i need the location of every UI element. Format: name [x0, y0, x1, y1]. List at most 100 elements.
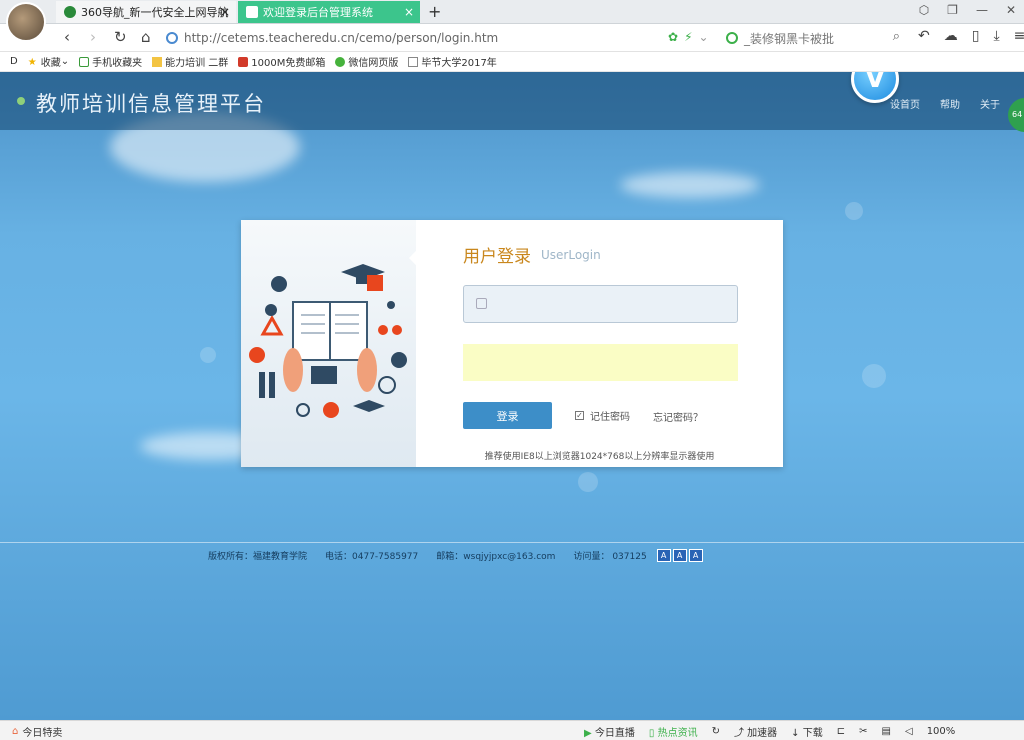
wechat-icon: [335, 56, 346, 67]
font-small-button[interactable]: A: [656, 549, 671, 562]
site-footer: 版权所有：福建教育学院 电话：0477-7585977 邮箱：wsqjyjpxc…: [208, 549, 703, 562]
new-tab-button[interactable]: +: [428, 2, 441, 21]
bookmark-training-group[interactable]: 能力培训 二群: [152, 54, 228, 69]
search-box[interactable]: _装修钢黑卡被批 ⌕: [726, 28, 904, 48]
browser-tab-bar: 360导航_新一代安全上网导航 × 欢迎登录后台管理系统 × + ⬡ ❐ — ✕: [0, 0, 1024, 42]
bubble-decoration: [862, 364, 886, 388]
zoom-level[interactable]: 100%: [927, 726, 956, 737]
home-icon[interactable]: ⌂: [141, 28, 151, 46]
footer-phone: 电话：0477-7585977: [325, 552, 419, 562]
menu-icon[interactable]: ≡: [1014, 28, 1024, 44]
close-tab-icon[interactable]: ×: [404, 5, 414, 19]
about-link[interactable]: 关于: [980, 96, 1000, 111]
gift-icon: ⌂: [12, 726, 19, 737]
bookmark-free-mail[interactable]: 1000M免费邮箱: [238, 54, 325, 69]
login-title: 用户登录: [463, 247, 531, 267]
grid-icon[interactable]: ▤: [882, 726, 891, 737]
page-icon: [408, 56, 419, 67]
accelerator-item[interactable]: ⤴ 加速器: [734, 724, 777, 739]
search-icon[interactable]: ⌕: [893, 29, 900, 44]
back-icon[interactable]: ‹: [64, 28, 70, 46]
header-links: 设首页 帮助 关于: [890, 96, 1000, 111]
360-favicon-icon: [64, 6, 76, 18]
page-content: 教师培训信息管理平台 设首页 帮助 关于 V 64 用户登录 UserLogin…: [0, 72, 1024, 720]
chevron-down-icon[interactable]: ⌄: [699, 30, 709, 44]
footer-visits: 访问量： 037125: [573, 552, 647, 562]
remember-password-checkbox[interactable]: ✓ 记住密码: [575, 408, 630, 423]
footer-email: 邮箱：wsqjyjpxc@163.com: [436, 552, 556, 562]
shirt-skin-icon[interactable]: ⬡: [919, 3, 929, 17]
close-window-icon[interactable]: ✕: [1006, 3, 1016, 17]
restore-window-icon[interactable]: ❐: [947, 3, 958, 17]
folder-icon: [152, 56, 163, 67]
screenshot-icon[interactable]: ✂: [859, 726, 867, 737]
globe-icon: [166, 32, 178, 44]
cloud-decoration: [620, 172, 760, 198]
bubble-decoration: [200, 347, 216, 363]
cloud-icon[interactable]: ☁: [944, 28, 958, 44]
bubble-decoration: [578, 472, 598, 492]
help-link[interactable]: 帮助: [940, 96, 960, 111]
close-tab-icon[interactable]: ×: [220, 5, 230, 19]
bookmark-bijie-university[interactable]: 毕节大学2017年: [408, 54, 497, 69]
bookmarks-bar: D ★ 收藏 ⌄ 手机收藏夹 能力培训 二群 1000M免费邮箱 微信网页版 毕节大…: [0, 52, 1024, 72]
browser-toolbar: ‹ › ↻ ⌂ http://cetems.teacheredu.cn/cemo…: [0, 24, 1024, 52]
phone-icon: ▯: [648, 728, 655, 739]
address-url: http://cetems.teacheredu.cn/cemo/person/…: [184, 31, 499, 45]
set-homepage-link[interactable]: 设首页: [890, 96, 920, 111]
window-controls: ⬡ ❐ — ✕: [919, 3, 1016, 17]
lock-icon: [476, 298, 487, 309]
login-subtitle: UserLogin: [541, 248, 601, 262]
rocket-icon: ⤴: [733, 728, 744, 739]
browser-tools: ↶ ☁ ▯ ⤓ ≡: [918, 28, 1024, 44]
site-dot-icon: [17, 97, 25, 105]
minimize-icon[interactable]: —: [976, 3, 988, 17]
font-large-button[interactable]: A: [688, 549, 703, 562]
browser-status-bar: ⌂ 今日特卖 ▶ 今日直播 ▯ 热点资讯 ↻ ⤴ 加速器 ↓ 下载 ⊏ ✂ ▤ …: [0, 720, 1024, 740]
phone-icon: [79, 56, 90, 67]
hot-news-item[interactable]: ▯ 热点资讯: [649, 724, 698, 739]
education-illustration: [241, 220, 416, 467]
mail-icon: [238, 56, 249, 67]
volume-icon[interactable]: ◁: [905, 726, 913, 737]
login-button[interactable]: 登录: [463, 402, 552, 429]
security-shield-icon[interactable]: ✿: [668, 30, 678, 44]
bookmark-favorites[interactable]: ★ 收藏 ⌄: [28, 54, 69, 69]
remember-label: 记住密码: [590, 412, 630, 423]
tab-360-nav[interactable]: 360导航_新一代安全上网导航 ×: [56, 1, 236, 23]
tab-label: 欢迎登录后台管理系统: [263, 6, 373, 19]
bubble-decoration: [845, 202, 863, 220]
footer-divider: [0, 542, 1024, 543]
forgot-password-link[interactable]: 忘记密码？: [653, 409, 703, 424]
username-input[interactable]: [463, 285, 738, 323]
bookmark-wechat-web[interactable]: 微信网页版: [335, 54, 398, 69]
sidebar-toggle-icon[interactable]: D: [10, 56, 18, 67]
pip-icon[interactable]: ⊏: [837, 726, 845, 737]
mobile-icon[interactable]: ▯: [972, 28, 980, 44]
download-icon[interactable]: ⤓: [993, 28, 999, 44]
download-arrow-icon: ↓: [791, 728, 800, 739]
status-bar-tools: ▶ 今日直播 ▯ 热点资讯 ↻ ⤴ 加速器 ↓ 下载 ⊏ ✂ ▤ ◁ 100%: [584, 724, 955, 739]
speed-mode-icon[interactable]: ⚡: [684, 30, 692, 44]
password-input[interactable]: [463, 344, 738, 381]
rotate-icon[interactable]: ↻: [712, 726, 720, 737]
checkbox-checked-icon[interactable]: ✓: [575, 411, 584, 420]
footer-copyright: 版权所有：福建教育学院: [208, 552, 308, 562]
tab-login-system[interactable]: 欢迎登录后台管理系统 ×: [238, 1, 420, 23]
search-placeholder: _装修钢黑卡被批: [744, 31, 835, 46]
search-engine-icon: [726, 32, 738, 44]
login-panel: 用户登录 UserLogin 登录 ✓ 记住密码 忘记密码？ 推荐使用IE8以上…: [241, 220, 783, 467]
address-bar[interactable]: http://cetems.teacheredu.cn/cemo/person/…: [166, 28, 724, 48]
live-stream-item[interactable]: ▶ 今日直播: [584, 724, 635, 739]
undo-icon[interactable]: ↶: [918, 28, 930, 44]
bookmark-mobile-favorites[interactable]: 手机收藏夹: [79, 54, 142, 69]
play-icon: ▶: [584, 728, 592, 739]
downloads-item[interactable]: ↓ 下载: [791, 724, 823, 739]
user-avatar[interactable]: [6, 2, 46, 42]
font-medium-button[interactable]: A: [672, 549, 687, 562]
browser-tip: 推荐使用IE8以上浏览器1024*768以上分辨率显示器使用: [484, 452, 715, 462]
star-icon: ★: [27, 56, 37, 68]
forward-icon[interactable]: ›: [90, 28, 96, 46]
reload-icon[interactable]: ↻: [114, 28, 127, 46]
daily-sale[interactable]: ⌂ 今日特卖: [12, 724, 62, 739]
